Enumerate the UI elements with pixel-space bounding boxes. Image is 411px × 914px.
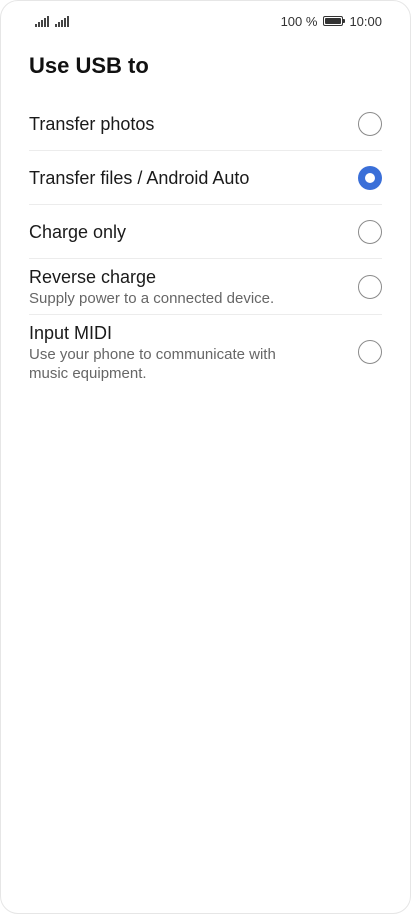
radio-button[interactable]	[358, 165, 382, 190]
radio-button[interactable]	[358, 274, 382, 299]
usb-mode-screen: 100 % 10:00 Use USB to Transfer photos T…	[0, 0, 411, 914]
option-label: Charge only	[29, 221, 127, 242]
option-input-midi[interactable]: Input MIDI Use your phone to communicate…	[29, 315, 382, 389]
status-bar: 100 % 10:00	[1, 1, 410, 41]
usb-options-list: Transfer photos Transfer files / Android…	[29, 97, 382, 389]
radio-button[interactable]	[358, 219, 382, 244]
battery-fill	[325, 18, 342, 24]
option-description: Use your phone to communicate with music…	[29, 346, 276, 382]
option-charge-only[interactable]: Charge only	[29, 205, 382, 259]
page-title: Use USB to	[29, 53, 149, 78]
option-label: Input MIDI	[29, 323, 113, 343]
option-reverse-charge[interactable]: Reverse charge Supply power to a connect…	[29, 259, 382, 315]
battery-icon	[323, 16, 346, 26]
status-right: 100 % 10:00	[281, 14, 382, 29]
option-label: Reverse charge	[29, 267, 157, 287]
option-transfer-photos[interactable]: Transfer photos	[29, 97, 382, 151]
option-transfer-files[interactable]: Transfer files / Android Auto	[29, 151, 382, 205]
radio-button[interactable]	[358, 111, 382, 136]
battery-percent: 100 %	[280, 13, 318, 29]
option-description: Supply power to a connected device.	[29, 290, 275, 307]
clock: 10:00	[349, 13, 382, 29]
signal-strength-icon	[55, 15, 69, 27]
option-label: Transfer photos	[29, 113, 155, 134]
signal-strength-icon	[35, 15, 49, 27]
radio-button[interactable]	[358, 340, 382, 364]
signal-group	[35, 15, 69, 27]
option-label: Transfer files / Android Auto	[29, 167, 250, 188]
